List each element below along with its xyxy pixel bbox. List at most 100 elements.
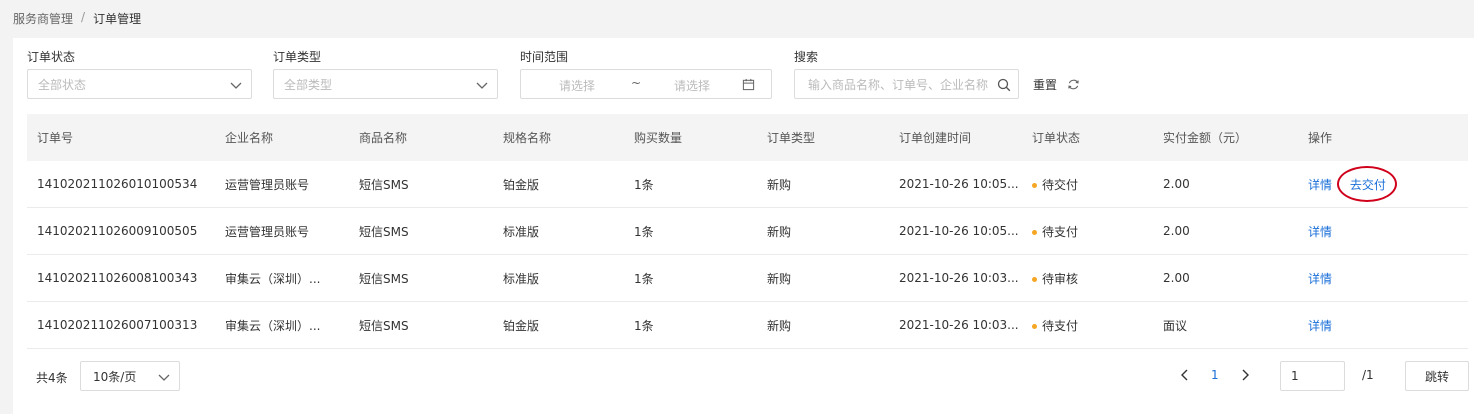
paid-amount: 2.00 — [1163, 224, 1190, 238]
chevron-left-icon[interactable] — [1177, 367, 1193, 383]
filter-search: 搜索 输入商品名称、订单号、企业名称 — [794, 50, 1019, 99]
detail-link[interactable]: 详情 — [1308, 319, 1332, 333]
company-name: 审集云（深圳）... — [225, 271, 321, 286]
filter-label: 时间范围 — [520, 50, 569, 64]
table-header: 订单号 企业名称 商品名称 规格名称 购买数量 订单类型 订单创建时间 订单状态… — [27, 114, 1468, 161]
filter-time-range: 时间范围 请选择 ~ 请选择 — [520, 50, 772, 99]
reset-button[interactable]: 重置 — [1033, 76, 1080, 93]
quantity: 1条 — [634, 224, 654, 239]
column-header: 订单号 — [37, 131, 74, 145]
goto-page-input[interactable] — [1280, 361, 1345, 391]
status-text: 待审核 — [1042, 271, 1079, 286]
page-size-value: 10条/页 — [93, 369, 137, 384]
order-type-select[interactable]: 全部类型 — [273, 69, 498, 99]
breadcrumb-current: 订单管理 — [93, 12, 142, 26]
orders-table: 订单号 企业名称 商品名称 规格名称 购买数量 订单类型 订单创建时间 订单状态… — [27, 114, 1468, 349]
page-size-select[interactable]: 10条/页 — [80, 361, 180, 391]
table-row: 141020211026009100505 运营管理员账号 短信SMS 标准版 … — [27, 208, 1468, 255]
product-name: 短信SMS — [359, 177, 409, 192]
select-placeholder: 全部类型 — [284, 77, 333, 92]
column-header: 购买数量 — [634, 131, 683, 145]
order-number: 141020211026007100313 — [37, 318, 198, 332]
table-row: 141020211026008100343 审集云（深圳）... 短信SMS 标… — [27, 255, 1468, 302]
actions: 详情 去交付 — [1298, 165, 1468, 202]
table-row: 141020211026010100534 运营管理员账号 短信SMS 铂金版 … — [27, 161, 1468, 208]
reset-label: 重置 — [1033, 78, 1058, 92]
column-header: 操作 — [1308, 131, 1333, 145]
chevron-right-icon[interactable] — [1237, 367, 1253, 383]
column-header: 商品名称 — [359, 131, 408, 145]
paid-amount: 2.00 — [1163, 271, 1190, 285]
filter-label: 订单状态 — [27, 50, 76, 64]
chevron-down-icon — [230, 82, 242, 89]
pagination: 共4条 10条/页 1 /1 跳转 — [13, 358, 1474, 394]
status-dot-icon — [1032, 276, 1037, 282]
order-status-select[interactable]: 全部状态 — [27, 69, 252, 99]
start-date-input[interactable]: 请选择 — [559, 77, 595, 94]
breadcrumb-parent[interactable]: 服务商管理 — [13, 10, 73, 27]
created-time: 2021-10-26 10:03... — [899, 271, 1019, 285]
chevron-down-icon — [476, 82, 488, 89]
company-name: 审集云（深圳）... — [225, 318, 321, 333]
status-text: 待支付 — [1042, 224, 1079, 239]
search-placeholder: 输入商品名称、订单号、企业名称 — [808, 77, 989, 92]
created-time: 2021-10-26 10:03... — [899, 318, 1019, 332]
column-header: 实付金额（元） — [1163, 131, 1248, 145]
table-row: 141020211026007100313 审集云（深圳）... 短信SMS 铂… — [27, 302, 1468, 349]
order-number: 141020211026010100534 — [37, 177, 198, 191]
quantity: 1条 — [634, 271, 654, 286]
order-status: 待交付 — [1022, 176, 1153, 193]
total-pages: /1 — [1362, 368, 1374, 382]
order-status: 待支付 — [1022, 317, 1153, 334]
column-header: 订单类型 — [767, 131, 816, 145]
page-number-current[interactable]: 1 — [1211, 368, 1219, 382]
quantity: 1条 — [634, 177, 654, 192]
column-header: 订单创建时间 — [899, 131, 972, 145]
paid-amount: 面议 — [1163, 318, 1188, 333]
status-dot-icon — [1032, 229, 1037, 235]
column-header: 订单状态 — [1032, 131, 1081, 145]
select-placeholder: 全部状态 — [38, 77, 87, 92]
search-icon[interactable] — [997, 78, 1011, 92]
detail-link[interactable]: 详情 — [1308, 178, 1332, 192]
created-time: 2021-10-26 10:05... — [899, 177, 1019, 191]
filter-label: 搜索 — [794, 50, 819, 64]
spec-name: 铂金版 — [503, 318, 540, 333]
breadcrumb: 服务商管理 / 订单管理 — [13, 10, 141, 27]
paid-amount: 2.00 — [1163, 177, 1190, 191]
column-header: 企业名称 — [225, 131, 274, 145]
status-text: 待支付 — [1042, 318, 1079, 333]
chevron-down-icon — [158, 374, 170, 381]
filter-order-type: 订单类型 全部类型 — [273, 50, 498, 99]
calendar-icon[interactable] — [742, 78, 755, 91]
refresh-icon — [1068, 79, 1079, 90]
spec-name: 标准版 — [503, 224, 540, 239]
filter-label: 订单类型 — [273, 50, 322, 64]
detail-link[interactable]: 详情 — [1308, 225, 1332, 239]
search-input[interactable]: 输入商品名称、订单号、企业名称 — [794, 69, 1019, 99]
goto-button[interactable]: 跳转 — [1405, 361, 1469, 391]
total-count: 共4条 — [36, 371, 68, 385]
quantity: 1条 — [634, 318, 654, 333]
date-range-picker[interactable]: 请选择 ~ 请选择 — [520, 69, 772, 99]
detail-link[interactable]: 详情 — [1308, 272, 1332, 286]
end-date-input[interactable]: 请选择 — [674, 77, 710, 94]
product-name: 短信SMS — [359, 271, 409, 286]
company-name: 运营管理员账号 — [225, 177, 310, 192]
breadcrumb-separator: / — [81, 10, 86, 24]
deliver-link[interactable]: 去交付 — [1336, 165, 1397, 202]
spec-name: 铂金版 — [503, 177, 540, 192]
actions: 详情 — [1298, 270, 1468, 287]
spec-name: 标准版 — [503, 271, 540, 286]
actions: 详情 — [1298, 317, 1468, 334]
order-status: 待支付 — [1022, 223, 1153, 240]
order-type: 新购 — [767, 224, 792, 239]
order-status: 待审核 — [1022, 270, 1153, 287]
created-time: 2021-10-26 10:05... — [899, 224, 1019, 238]
status-dot-icon — [1032, 182, 1037, 188]
column-header: 规格名称 — [503, 131, 552, 145]
order-type: 新购 — [767, 318, 792, 333]
content-panel: 订单状态 全部状态 订单类型 全部类型 时间范围 请选择 ~ 请选择 搜索 输入… — [13, 38, 1474, 414]
actions: 详情 — [1298, 223, 1468, 240]
status-text: 待交付 — [1042, 177, 1079, 192]
